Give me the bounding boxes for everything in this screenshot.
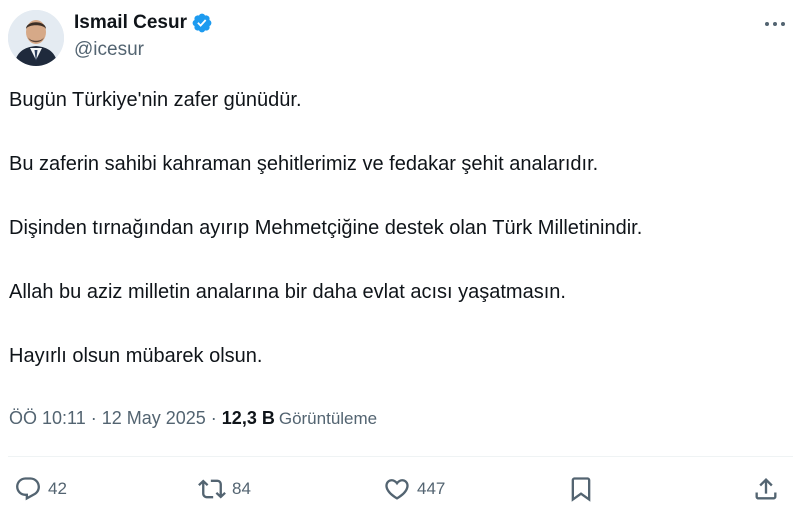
meta-separator: ·	[210, 408, 217, 428]
tweet-paragraph: Hayırlı olsun mübarek olsun.	[9, 345, 263, 367]
views-count: 12,3 B	[221, 408, 275, 428]
retweet-icon	[198, 479, 226, 499]
avatar[interactable]	[8, 10, 64, 66]
tweet-card: Ismail Cesur @icesur Bugün Türkiye'nin z…	[0, 0, 801, 508]
reply-button[interactable]: 42	[14, 472, 67, 506]
divider	[8, 456, 793, 457]
tweet-meta: ÖÖ 10:11 · 12 May 2025 · 12,3 B Görüntüleme	[9, 406, 377, 431]
action-bar: 42 84 447	[0, 472, 801, 506]
tweet-paragraph: Bugün Türkiye'nin zafer günüdür.	[9, 89, 302, 111]
author-name-row: Ismail Cesur	[74, 10, 213, 36]
tweet-paragraph: Allah bu aziz milletin analarına bir dah…	[9, 281, 566, 303]
share-icon	[755, 478, 777, 500]
more-options-icon	[765, 22, 785, 26]
tweet-paragraph: Bu zaferin sahibi kahraman şehitlerimiz …	[9, 153, 599, 175]
like-count: 447	[417, 479, 446, 498]
tweet-paragraph: Dişinden tırnağından ayırıp Mehmetçiğine…	[9, 217, 643, 239]
avatar-image	[8, 10, 64, 66]
share-button[interactable]	[752, 472, 780, 506]
author-handle[interactable]: @icesur	[74, 39, 144, 61]
tweet-text: Bugün Türkiye'nin zafer günüdür. Bu zafe…	[9, 88, 794, 408]
bookmark-button[interactable]	[567, 472, 595, 506]
views-label: Görüntüleme	[278, 409, 378, 428]
more-options-button[interactable]	[758, 12, 792, 36]
meta-separator: ·	[90, 408, 97, 428]
tweet-date[interactable]: 12 May 2025	[102, 408, 206, 428]
like-button[interactable]: 447	[383, 472, 445, 506]
tweet-time[interactable]: ÖÖ 10:11	[9, 408, 86, 428]
verified-badge-icon	[191, 12, 213, 34]
reply-count: 42	[48, 479, 67, 498]
author-display-name[interactable]: Ismail Cesur	[74, 12, 187, 34]
bookmark-icon	[571, 477, 591, 502]
like-icon	[385, 479, 409, 500]
reply-icon	[16, 477, 40, 501]
retweet-button[interactable]: 84	[198, 472, 251, 506]
retweet-count: 84	[232, 479, 251, 498]
